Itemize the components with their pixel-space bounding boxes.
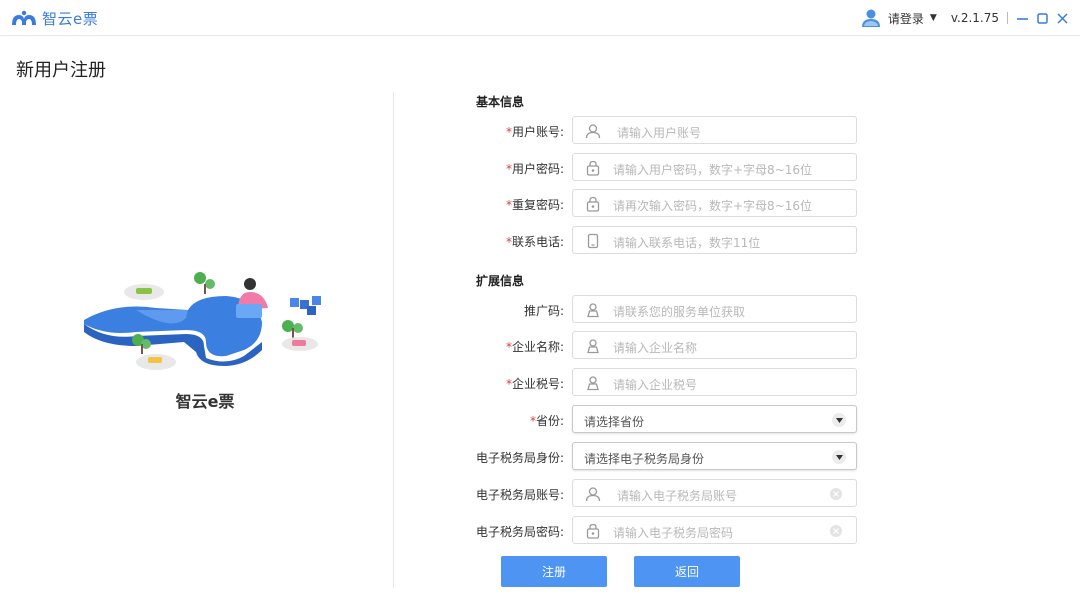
- etax-identity-row: 电子税务局身份: 请选择电子税务局身份: [420, 442, 860, 470]
- password-label: *用户密码:: [505, 162, 564, 176]
- section-basic-info: 基本信息: [476, 95, 525, 109]
- user-avatar-icon[interactable]: [860, 8, 882, 28]
- person-outline-icon: [587, 303, 599, 318]
- repeat-password-input[interactable]: 请再次输入密码，数字+字母8~16位: [572, 189, 857, 217]
- lock-icon: [586, 523, 600, 539]
- illustration-caption: 智云e票: [175, 392, 235, 411]
- lock-icon: [586, 196, 600, 212]
- province-row: *省份: 请选择省份: [420, 405, 860, 433]
- company-name-label: *企业名称:: [505, 340, 564, 354]
- header-separator: [1007, 12, 1008, 24]
- minimize-button[interactable]: [1016, 11, 1028, 25]
- phone-row: *联系电话: 请输入联系电话，数字11位: [420, 226, 860, 254]
- version-label: v.2.1.75: [950, 11, 999, 25]
- app-logo-icon: [12, 10, 36, 25]
- login-dropdown-icon[interactable]: ▼: [930, 13, 937, 23]
- promo-code-label: 推广码:: [523, 304, 564, 318]
- province-label: *省份:: [529, 414, 564, 428]
- minimize-icon: [1016, 17, 1028, 20]
- app-name: 智云e票: [42, 10, 99, 28]
- etax-account-input[interactable]: 请输入电子税务局账号: [572, 479, 857, 507]
- vertical-divider: [393, 92, 394, 588]
- username-row: *用户账号: 请输入用户账号: [420, 116, 860, 144]
- repeat-password-label: *重复密码:: [505, 198, 564, 212]
- password-input[interactable]: 请输入用户密码，数字+字母8~16位: [572, 153, 857, 181]
- etax-password-input[interactable]: 请输入电子税务局密码: [572, 516, 857, 544]
- repeat-password-row: *重复密码: 请再次输入密码，数字+字母8~16位: [420, 189, 860, 217]
- phone-label: *联系电话:: [505, 235, 564, 249]
- close-button[interactable]: [1056, 11, 1068, 25]
- etax-account-label: 电子税务局账号:: [475, 488, 564, 502]
- page-title: 新用户注册: [16, 60, 106, 81]
- header-controls: 请登录 ▼ v.2.1.75: [860, 8, 1068, 28]
- registration-illustration: [84, 272, 321, 370]
- etax-password-row: 电子税务局密码: 请输入电子税务局密码: [420, 516, 860, 544]
- company-name-row: *企业名称: 请输入企业名称: [420, 331, 860, 359]
- etax-account-row: 电子税务局账号: 请输入电子税务局账号: [420, 479, 860, 507]
- back-button[interactable]: 返回: [634, 556, 740, 587]
- username-input[interactable]: 请输入用户账号: [572, 116, 857, 144]
- tax-id-row: *企业税号: 请输入企业税号: [420, 368, 860, 396]
- lock-icon: [586, 160, 600, 176]
- clear-icon[interactable]: [830, 488, 842, 500]
- province-select[interactable]: 请选择省份: [572, 405, 857, 433]
- etax-identity-select[interactable]: 请选择电子税务局身份: [572, 442, 857, 470]
- username-label: *用户账号:: [505, 125, 564, 139]
- password-row: *用户密码: 请输入用户密码，数字+字母8~16位: [420, 153, 860, 181]
- phone-input[interactable]: 请输入联系电话，数字11位: [572, 226, 857, 254]
- app-brand: 智云e票: [10, 8, 98, 29]
- login-link[interactable]: 请登录: [888, 10, 924, 27]
- register-button[interactable]: 注册: [501, 556, 607, 587]
- title-bar: 智云e票 请登录 ▼ v.2.1.75: [0, 0, 1080, 36]
- phone-icon: [587, 233, 599, 249]
- person-outline-icon: [587, 376, 599, 391]
- clear-icon[interactable]: [830, 525, 842, 537]
- etax-identity-label: 电子税务局身份:: [475, 451, 564, 465]
- province-dropdown-icon[interactable]: [832, 413, 846, 427]
- etax-identity-dropdown-icon[interactable]: [832, 450, 846, 464]
- company-name-input[interactable]: 请输入企业名称: [572, 331, 857, 359]
- promo-code-input[interactable]: 请联系您的服务单位获取: [572, 295, 857, 323]
- tax-id-label: *企业税号:: [505, 377, 564, 391]
- maximize-button[interactable]: [1036, 11, 1048, 25]
- section-extended-info: 扩展信息: [476, 274, 525, 288]
- tax-id-input[interactable]: 请输入企业税号: [572, 368, 857, 396]
- person-outline-icon: [587, 339, 599, 354]
- user-icon: [585, 124, 601, 139]
- close-icon: [1056, 12, 1068, 24]
- etax-password-label: 电子税务局密码:: [475, 525, 564, 539]
- user-icon: [585, 487, 601, 502]
- promo-code-row: 推广码: 请联系您的服务单位获取: [420, 295, 860, 323]
- maximize-icon: [1036, 12, 1048, 24]
